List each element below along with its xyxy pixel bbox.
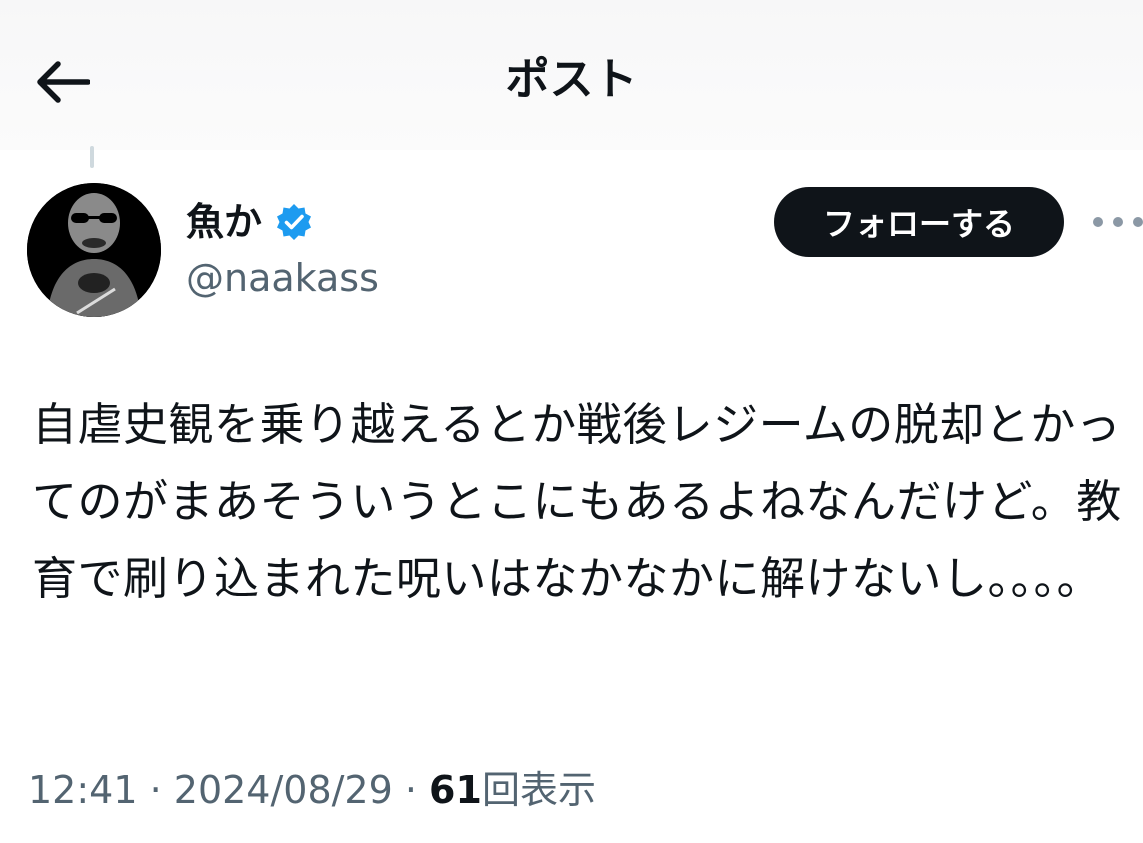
views-count: 61 [429, 768, 482, 812]
post-time[interactable]: 12:41 [28, 768, 138, 812]
thread-connector-line [90, 146, 94, 168]
views-label: 回表示 [481, 768, 596, 812]
author-name-row: 魚か [186, 196, 314, 248]
meta-separator: · [137, 768, 174, 812]
follow-button[interactable]: フォローする [774, 187, 1064, 257]
display-name[interactable]: 魚か [186, 198, 262, 246]
verified-badge-icon[interactable] [274, 202, 314, 242]
more-options-button[interactable] [1090, 205, 1143, 239]
top-bar: ポスト [0, 0, 1143, 150]
user-handle[interactable]: @naakass [186, 254, 379, 302]
avatar-image [27, 183, 161, 317]
post-meta: 12:41 · 2024/08/29 · 61回表示 [28, 764, 596, 816]
more-horizontal-icon [1093, 217, 1143, 227]
page-title: ポスト [505, 54, 638, 105]
post-body-text: 自虐史観を乗り越えるとか戦後レジームの脱却とかってのがまあそういうとこにもあるよ… [32, 398, 1122, 605]
meta-separator: · [392, 768, 430, 812]
avatar[interactable] [27, 183, 161, 317]
post-date[interactable]: 2024/08/29 [174, 768, 393, 812]
